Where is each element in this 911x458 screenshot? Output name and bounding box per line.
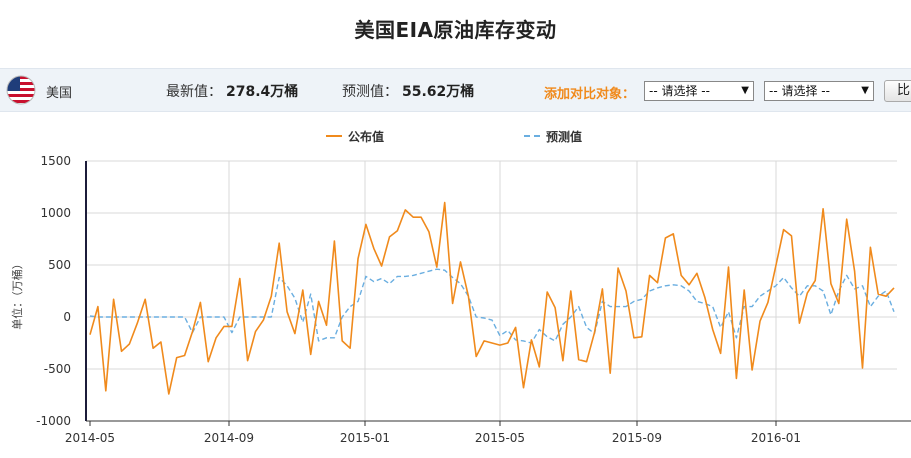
y-tick-label: 1500 — [40, 154, 71, 168]
chart-axes — [85, 161, 911, 426]
x-tick-label: 2015-05 — [475, 431, 525, 445]
x-tick-label: 2015-01 — [340, 431, 390, 445]
x-tick-label: 2014-09 — [204, 431, 254, 445]
x-tick-label: 2015-09 — [612, 431, 662, 445]
y-axis-label: 单位：（万桶） — [11, 258, 24, 330]
y-tick-label: 500 — [48, 258, 71, 272]
x-tick-label: 2014-05 — [65, 431, 115, 445]
line-chart: 1500 1000 500 0 -500 -1000 2014-05 2014-09 2015-… — [36, 154, 911, 445]
x-tick-label: 2016-01 — [751, 431, 801, 445]
chart-grid — [86, 160, 897, 422]
y-tick-label: -1000 — [36, 414, 71, 428]
series-line-actual — [89, 201, 895, 395]
y-tick-label: 0 — [63, 310, 71, 324]
chart-labels: 1500 1000 500 0 -500 -1000 2014-05 2014-09 2015-… — [36, 154, 801, 445]
chart-lines — [89, 201, 895, 395]
y-tick-label: -500 — [44, 362, 71, 376]
y-tick-label: 1000 — [40, 206, 71, 220]
